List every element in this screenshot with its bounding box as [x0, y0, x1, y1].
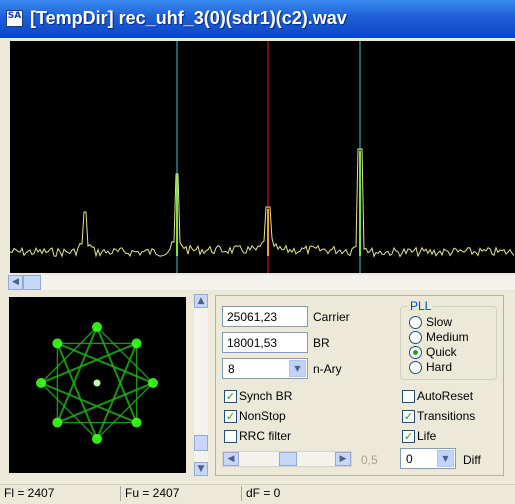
pll-hard-label: Hard [426, 360, 453, 374]
spectrum-display[interactable] [10, 41, 515, 273]
spectrum-trace [10, 148, 515, 258]
nonstop-label: NonStop [239, 409, 286, 423]
transitions-label: Transitions [417, 409, 476, 423]
life-checkbox[interactable]: ✓ [402, 430, 415, 443]
constellation-point [131, 338, 142, 349]
status-fl: Fl = 2407 [4, 486, 55, 500]
pll-slow-radio[interactable] [409, 316, 422, 329]
status-fu: Fu = 2407 [120, 486, 235, 501]
slider-left-button[interactable]: ◀ [223, 452, 239, 466]
autoreset-label: AutoReset [417, 389, 474, 403]
transition-line [96, 326, 154, 384]
diff-value: 0 [406, 452, 413, 466]
diff-dropdown-icon[interactable]: ▼ [437, 450, 454, 467]
life-label: Life [417, 429, 437, 443]
constellation-point [148, 378, 158, 388]
constellation-point [92, 322, 102, 332]
pll-slow-label: Slow [426, 315, 453, 329]
transition-line [40, 382, 98, 440]
constellation-center-dot [93, 379, 101, 387]
scroll-up-button[interactable]: ▲ [194, 294, 208, 308]
pll-medium-label: Medium [426, 330, 469, 344]
pll-title: PLL [408, 299, 434, 313]
slider-thumb[interactable] [279, 452, 297, 466]
status-df: dF = 0 [241, 486, 356, 501]
horizontal-scroll-thumb[interactable] [23, 275, 41, 290]
app-icon[interactable]: SA [6, 10, 23, 27]
n-ary-label: n-Ary [313, 362, 342, 376]
constellation-point [52, 417, 63, 428]
br-field[interactable]: 18001,53 [222, 332, 308, 353]
scroll-down-button[interactable]: ▼ [194, 462, 208, 476]
diff-label: Diff [463, 453, 481, 467]
window-title: [TempDir] rec_uhf_3(0)(sdr1)(c2).wav [30, 8, 347, 28]
pll-quick-radio[interactable] [409, 346, 422, 359]
synch-br-label: Synch BR [239, 389, 293, 403]
constellation-point [92, 434, 102, 444]
transition-line [96, 382, 154, 440]
rolloff-value: 0,5 [361, 453, 378, 467]
transitions-checkbox[interactable]: ✓ [402, 410, 415, 423]
synch-br-checkbox[interactable]: ✓ [224, 390, 237, 403]
horizontal-scrollbar[interactable] [8, 275, 515, 290]
pll-hard-radio[interactable] [409, 361, 422, 374]
diff-select[interactable]: 0 ▼ [400, 448, 456, 469]
carrier-field[interactable]: 25061,23 [222, 306, 308, 327]
vertical-scroll-thumb[interactable] [194, 435, 208, 451]
nonstop-checkbox[interactable]: ✓ [224, 410, 237, 423]
n-ary-dropdown-icon[interactable]: ▼ [289, 360, 306, 377]
slider-right-button[interactable]: ▶ [335, 452, 351, 466]
constellation-point [131, 417, 142, 428]
rrc-filter-checkbox[interactable] [224, 430, 237, 443]
constellation-point [52, 338, 63, 349]
pll-medium-radio[interactable] [409, 331, 422, 344]
n-ary-select[interactable]: 8 ▼ [222, 358, 308, 379]
carrier-label: Carrier [313, 310, 350, 324]
rrc-filter-label: RRC filter [239, 429, 292, 443]
constellation-point [36, 378, 46, 388]
scroll-left-button[interactable]: ◀ [8, 275, 23, 290]
br-label: BR [313, 336, 330, 350]
n-ary-value: 8 [228, 362, 235, 376]
constellation-display [9, 297, 186, 473]
transition-line [40, 326, 98, 384]
autoreset-checkbox[interactable] [402, 390, 415, 403]
pll-quick-label: Quick [426, 345, 457, 359]
